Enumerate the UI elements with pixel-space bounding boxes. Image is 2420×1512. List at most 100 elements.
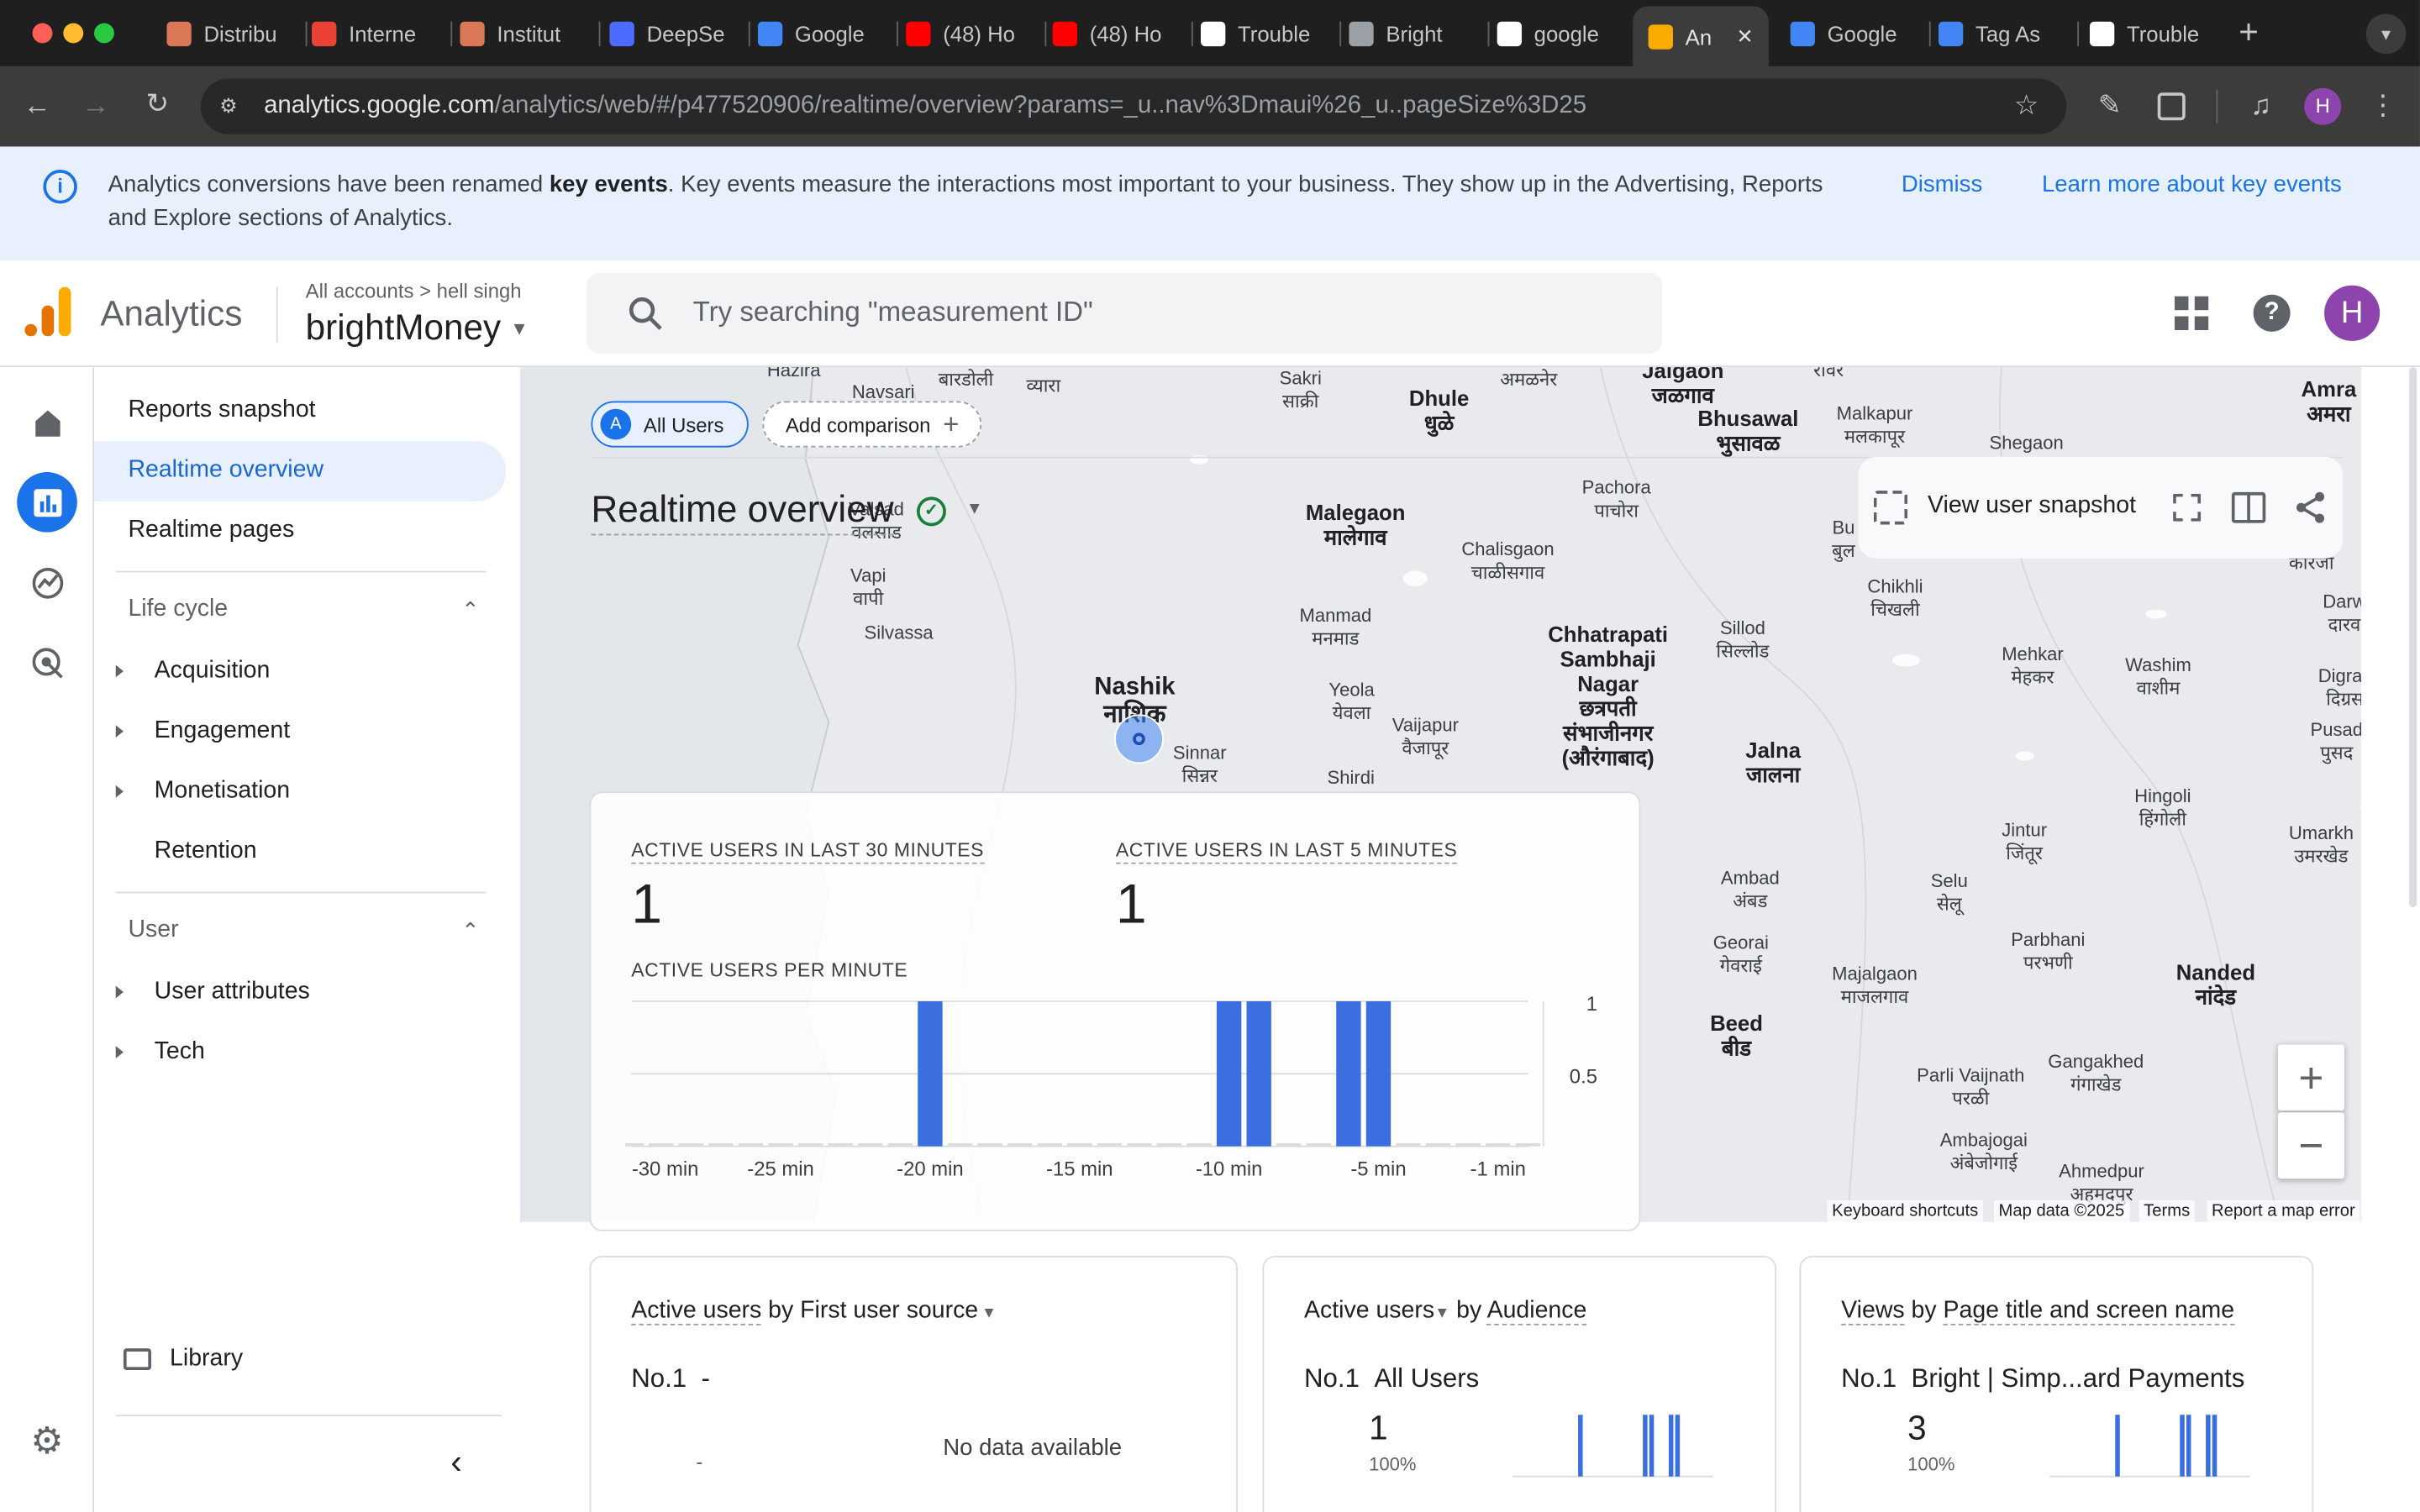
first-user-source-card-title[interactable]: Active users by First user source ▼ bbox=[631, 1297, 997, 1326]
apps-grid-icon[interactable] bbox=[2174, 296, 2209, 331]
rank-label: No.1 Bright | Simp...ard Payments bbox=[1841, 1363, 2245, 1394]
help-icon[interactable]: ? bbox=[2253, 294, 2291, 332]
map-place-label: Mehkar मेहकर bbox=[2002, 643, 2064, 689]
user-snapshot-icon[interactable] bbox=[1873, 491, 1908, 525]
metric-dropdown-icon[interactable]: ▼ bbox=[1434, 1305, 1449, 1322]
nav-acquisition[interactable]: Acquisition bbox=[155, 656, 271, 687]
collapse-nav-icon[interactable]: ‹ bbox=[450, 1442, 461, 1483]
all-users-chip[interactable]: A All Users bbox=[591, 401, 749, 448]
nav-user-attributes[interactable]: User attributes bbox=[155, 977, 310, 1008]
account-avatar[interactable]: H bbox=[2324, 285, 2381, 341]
page-scrollbar[interactable] bbox=[2409, 367, 2417, 907]
active-users-5min-value: 1 bbox=[1115, 871, 1147, 936]
user-heading[interactable]: User bbox=[128, 916, 178, 944]
active-users-5min-label[interactable]: ACTIVE USERS IN LAST 5 MINUTES bbox=[1115, 837, 1458, 864]
expand-user-attributes-icon[interactable] bbox=[115, 985, 124, 999]
advertising-icon[interactable] bbox=[17, 633, 77, 693]
extension-pen-icon[interactable]: ✎ bbox=[2093, 90, 2127, 121]
browser-tab[interactable]: Distribu bbox=[166, 14, 299, 55]
active-users-30min-label[interactable]: ACTIVE USERS IN LAST 30 MINUTES bbox=[631, 837, 985, 864]
analytics-logo[interactable] bbox=[24, 286, 71, 337]
browser-tab[interactable]: Institut bbox=[460, 14, 592, 55]
media-controls-icon[interactable]: ♫ bbox=[2244, 90, 2278, 121]
maximize-window-button[interactable] bbox=[94, 23, 114, 44]
active-users-per-minute-label[interactable]: ACTIVE USERS PER MINUTE bbox=[631, 958, 908, 983]
extensions-puzzle-icon[interactable] bbox=[2157, 92, 2186, 121]
browser-tab[interactable]: Trouble bbox=[1200, 14, 1334, 55]
browser-tab[interactable]: Tag As bbox=[1938, 14, 2071, 55]
nav-monetisation[interactable]: Monetisation bbox=[155, 776, 290, 807]
home-icon[interactable] bbox=[17, 392, 77, 453]
share-icon[interactable] bbox=[2293, 491, 2327, 524]
new-tab-icon[interactable]: + bbox=[2232, 14, 2265, 48]
browser-tab[interactable]: (48) Ho bbox=[1052, 14, 1186, 55]
close-window-button[interactable] bbox=[32, 23, 53, 44]
browser-tab[interactable]: Trouble bbox=[2089, 14, 2223, 55]
zoom-in-button[interactable]: + bbox=[2277, 1044, 2344, 1111]
nav-realtime-pages[interactable]: Realtime pages bbox=[128, 515, 294, 546]
collapse-lifecycle-icon[interactable]: ⌃ bbox=[461, 597, 480, 623]
view-user-snapshot-button[interactable]: View user snapshot bbox=[1928, 492, 2136, 520]
chart-bar bbox=[1097, 1142, 1123, 1147]
browser-tab[interactable]: Google bbox=[1790, 14, 1923, 55]
map-place-label: Pachora पाचोरा bbox=[1581, 476, 1651, 522]
title-dropdown-icon[interactable]: ▼ bbox=[966, 500, 983, 518]
browser-tab[interactable]: DeepSe bbox=[609, 14, 742, 55]
browser-tab[interactable]: Google bbox=[757, 14, 891, 55]
add-comparison-button[interactable]: Add comparison + bbox=[762, 401, 982, 448]
zoom-out-button[interactable]: − bbox=[2277, 1112, 2344, 1179]
nav-realtime-overview[interactable]: Realtime overview bbox=[128, 455, 324, 486]
reports-icon[interactable] bbox=[17, 472, 77, 533]
settings-gear-icon[interactable]: ⚙ bbox=[17, 1412, 77, 1473]
page-title-card-title[interactable]: Views by Page title and screen name bbox=[1841, 1297, 2235, 1326]
expand-acquisition-icon[interactable] bbox=[115, 664, 124, 678]
browser-tab[interactable]: (48) Ho bbox=[906, 14, 1039, 55]
user-location-marker[interactable] bbox=[1114, 714, 1164, 764]
back-icon[interactable]: ← bbox=[20, 90, 54, 121]
expand-monetisation-icon[interactable] bbox=[115, 785, 124, 798]
nav-reports-snapshot[interactable]: Reports snapshot bbox=[128, 395, 315, 426]
browser-tab[interactable]: An ✕ bbox=[1633, 6, 1769, 66]
breadcrumb[interactable]: All accounts > hell singh bbox=[306, 279, 522, 302]
browser-tab[interactable]: Bright bbox=[1349, 14, 1481, 55]
expand-engagement-icon[interactable] bbox=[115, 725, 124, 738]
minimize-window-button[interactable] bbox=[63, 23, 84, 44]
nav-retention[interactable]: Retention bbox=[155, 836, 257, 867]
collapse-user-icon[interactable]: ⌃ bbox=[461, 918, 480, 944]
reload-icon[interactable]: ↻ bbox=[140, 88, 174, 119]
browser-tab[interactable]: google bbox=[1497, 14, 1630, 55]
map-place-label: Chhatrapati Sambhaji Nagar छत्रपती संभाज… bbox=[1548, 622, 1669, 770]
close-tab-icon[interactable]: ✕ bbox=[1736, 24, 1753, 48]
tab-favicon-icon bbox=[1200, 21, 1226, 47]
audience-card-title[interactable]: Active users▼ by Audience bbox=[1304, 1297, 1587, 1326]
browser-menu-icon[interactable]: ⋮ bbox=[2366, 90, 2400, 121]
site-info-icon[interactable]: ⚙ bbox=[214, 92, 242, 120]
nav-tech[interactable]: Tech bbox=[155, 1037, 205, 1068]
active-users-per-minute-chart[interactable]: 1 0.5 -30 min -25 min -20 min -15 min -10 min -… bbox=[624, 987, 1612, 1188]
compare-icon[interactable] bbox=[2231, 491, 2266, 523]
learn-more-key-events-link[interactable]: Learn more about key events bbox=[2042, 170, 2342, 201]
nav-engagement[interactable]: Engagement bbox=[155, 716, 290, 747]
keyboard-shortcuts-link[interactable]: Keyboard shortcuts bbox=[1827, 1200, 1983, 1222]
dismiss-button[interactable]: Dismiss bbox=[1902, 170, 1982, 201]
lifecycle-heading[interactable]: Life cycle bbox=[128, 596, 228, 623]
url-text[interactable]: analytics.google.com/analytics/web/#/p47… bbox=[264, 90, 1586, 123]
tab-search-button[interactable]: ▾ bbox=[2365, 13, 2407, 55]
tab-separator bbox=[305, 21, 308, 47]
map-terms-link[interactable]: Terms bbox=[2139, 1200, 2195, 1222]
dimension-dropdown-icon[interactable]: ▼ bbox=[981, 1305, 997, 1322]
forward-icon[interactable]: → bbox=[79, 90, 113, 121]
report-map-error-link[interactable]: Report a map error bbox=[2207, 1200, 2360, 1222]
browser-tab[interactable]: Interne bbox=[312, 14, 445, 55]
bookmark-star-icon[interactable]: ☆ bbox=[2009, 90, 2043, 121]
tab-title: Institut bbox=[497, 21, 561, 47]
tab-favicon-icon bbox=[166, 21, 192, 47]
explore-icon[interactable] bbox=[17, 553, 77, 613]
expand-tech-icon[interactable] bbox=[115, 1046, 124, 1058]
property-selector[interactable]: brightMoney ▼ bbox=[306, 307, 529, 349]
chart-bar bbox=[768, 1142, 793, 1147]
tab-separator bbox=[748, 21, 750, 47]
banner-message: Analytics conversions have been renamed … bbox=[108, 171, 1823, 232]
nav-library[interactable]: Library bbox=[170, 1344, 243, 1375]
profile-avatar[interactable]: H bbox=[2304, 87, 2342, 125]
